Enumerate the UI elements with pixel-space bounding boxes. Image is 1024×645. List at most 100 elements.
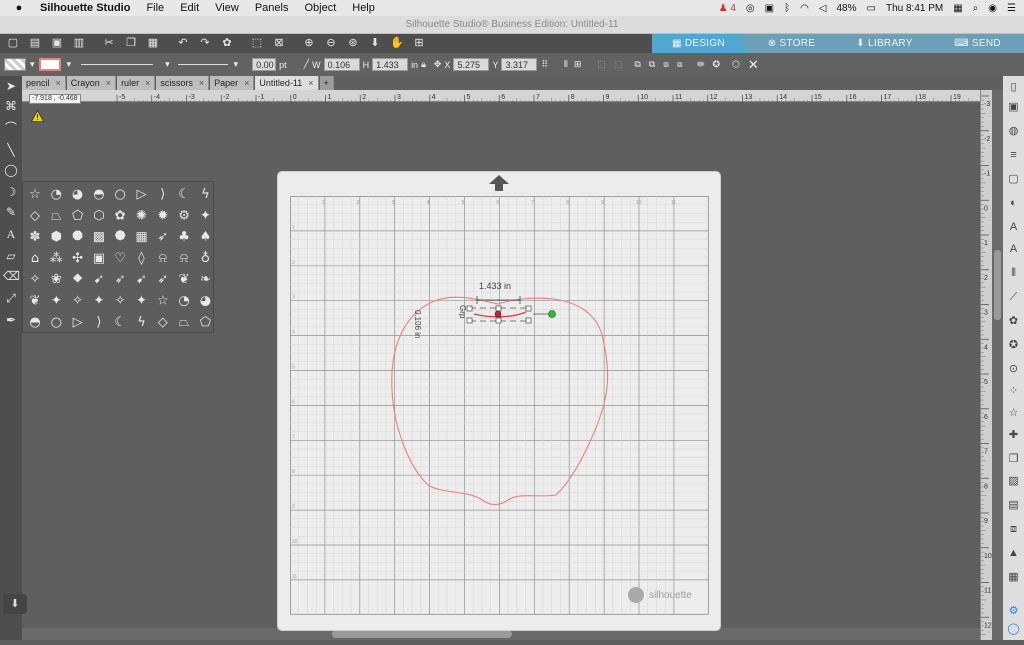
offset-panel-icon[interactable]: ⊙ — [1006, 362, 1021, 377]
tab-close-icon[interactable]: × — [199, 78, 204, 88]
tab-close-icon[interactable]: × — [145, 78, 150, 88]
layers-panel-icon[interactable]: ❐ — [1006, 452, 1021, 467]
pan-icon[interactable]: ✋ — [388, 36, 406, 51]
cut-icon[interactable]: ✂ — [100, 36, 118, 51]
arrow-tag-shape-icon[interactable]: ▷ — [137, 187, 147, 202]
fill-dropdown-icon[interactable]: ▾ — [30, 59, 35, 70]
arrow3-shape-icon[interactable]: ☆ — [157, 294, 169, 309]
select-all-icon[interactable]: ⬚ — [248, 36, 266, 51]
flower2-shape-icon[interactable]: ✧ — [72, 294, 83, 309]
leaf-shape-icon[interactable]: ✦ — [51, 294, 62, 309]
arrow1-shape-icon[interactable]: ✧ — [115, 294, 126, 309]
line-end-select[interactable] — [177, 64, 228, 65]
badge-shape-icon[interactable]: ▦ — [135, 230, 147, 245]
weld-icon[interactable]: ⬬ — [697, 59, 705, 70]
align-panel-icon[interactable]: ⫴ — [1006, 266, 1021, 281]
screen-icon[interactable]: ▣ — [765, 3, 774, 14]
save-icon[interactable]: ▣ — [48, 36, 66, 51]
zoom-selection-icon[interactable]: ⊛ — [344, 36, 362, 51]
fit-page-icon[interactable]: ⬇ — [366, 36, 384, 51]
starburst-shape-icon[interactable]: ⬢ — [51, 230, 62, 245]
line-style-dropdown-icon[interactable]: ▾ — [165, 59, 170, 70]
bell2-shape-icon[interactable]: ➶ — [157, 272, 168, 287]
help-icon[interactable]: ◯ — [1006, 622, 1021, 637]
emboss-panel-icon[interactable]: ▲ — [1006, 546, 1021, 561]
anchor-grid-icon[interactable]: ⠿ — [541, 59, 548, 70]
heart-shape-icon[interactable]: ➹ — [93, 272, 104, 287]
knife-panel-icon[interactable]: ✚ — [1006, 428, 1021, 443]
menu-object[interactable]: Object — [304, 2, 336, 14]
text-shape-icon[interactable]: A — [1006, 242, 1021, 257]
line-tool-icon[interactable]: ╱ — [304, 59, 309, 70]
pencil-tool-icon[interactable]: ✎ — [3, 204, 19, 220]
sparkle4-shape-icon[interactable]: ◇ — [158, 315, 168, 330]
shape-icon[interactable]: ♠ — [200, 230, 212, 245]
notification-icon[interactable]: ♟ 4 — [719, 3, 736, 14]
zoom-out-icon[interactable]: ⊖ — [322, 36, 340, 51]
semicircle-shape-icon[interactable]: ◓ — [93, 187, 104, 202]
blob-square-shape-icon[interactable]: ⯁ — [72, 272, 82, 287]
menu-panels[interactable]: Panels — [255, 2, 289, 14]
shape-icon[interactable]: ♣ — [178, 230, 190, 245]
shape-icon[interactable]: ♁ — [201, 251, 211, 266]
tree-shape-icon[interactable]: ♡ — [114, 251, 126, 266]
octagon-frame-shape-icon[interactable]: ⁂ — [50, 251, 63, 266]
replicate-icon[interactable]: ✿ — [218, 36, 236, 51]
burst-shape-icon[interactable]: ✽ — [30, 230, 41, 245]
leaf3-shape-icon[interactable]: ○ — [51, 315, 62, 330]
spotlight-icon[interactable]: ⌕ — [973, 3, 979, 14]
transform-icon[interactable]: ⬚ — [597, 59, 606, 70]
sparkle1-shape-icon[interactable]: ⟩ — [96, 315, 101, 330]
leaf4-shape-icon[interactable]: ▷ — [73, 315, 83, 330]
send-back-icon[interactable]: ⧈ — [677, 59, 683, 70]
tab-untitled-11[interactable]: Untitled-11 × — [255, 76, 319, 90]
nesting-panel-icon[interactable]: ⧈ — [1006, 522, 1021, 537]
redo-icon[interactable]: ↷ — [196, 36, 214, 51]
arrow-diagonal-shape-icon[interactable]: ▣ — [93, 251, 105, 266]
vertical-scrollbar[interactable] — [992, 90, 1003, 640]
square-scallop-shape-icon[interactable]: ⌂ — [31, 251, 39, 266]
3d-box-icon[interactable]: ⬡ — [732, 59, 740, 70]
shape-tool-icon[interactable]: ⌒ — [3, 120, 19, 136]
volume-icon[interactable]: ◁ — [819, 3, 827, 14]
stamp-shape-icon[interactable]: ✧ — [30, 272, 41, 287]
shape-icon[interactable]: ❦ — [179, 272, 190, 287]
library-tab[interactable]: ⬇ LIBRARY — [838, 34, 931, 53]
close-icon[interactable]: ✕ — [748, 57, 759, 73]
shape-icon[interactable]: ◕ — [200, 294, 211, 309]
pixscan-icon[interactable]: ▣ — [1006, 100, 1021, 115]
height-input[interactable]: 1.433 — [372, 58, 409, 71]
fill-color-swatch[interactable] — [4, 58, 26, 71]
sparkle3-shape-icon[interactable]: ϟ — [137, 315, 146, 330]
tab-ruler[interactable]: ruler × — [117, 76, 156, 90]
menu-edit[interactable]: Edit — [180, 2, 199, 14]
gear-shape-icon[interactable]: ⯃ — [72, 230, 82, 245]
add-page-icon[interactable]: ⊞ — [410, 36, 428, 51]
design-tab[interactable]: ▦ DESIGN — [652, 34, 745, 53]
arrow4-shape-icon[interactable]: ◔ — [178, 294, 189, 309]
text-tool-icon[interactable]: A — [3, 226, 19, 242]
lock-aspect-icon[interactable]: 🔒︎ — [421, 59, 426, 70]
bell-shape-icon[interactable]: ➹ — [136, 272, 147, 287]
menu-help[interactable]: Help — [352, 2, 375, 14]
width-input[interactable]: 0.106 — [323, 58, 360, 71]
import-button[interactable]: ⬇ — [3, 594, 27, 614]
crescent-shape-icon[interactable]: ◇ — [30, 208, 40, 223]
bring-front-icon[interactable]: ⧈ — [663, 59, 669, 70]
select-tool-icon[interactable]: ➤ — [3, 78, 19, 94]
shape-icon[interactable]: ⚙ — [178, 208, 190, 223]
sketch-panel-icon[interactable]: ▨ — [1006, 474, 1021, 489]
balloon-shape-icon[interactable]: ❦ — [30, 294, 41, 309]
lightning-shape-icon[interactable]: ⏢ — [51, 208, 62, 223]
arrow2-shape-icon[interactable]: ✦ — [136, 294, 147, 309]
sparkle2-shape-icon[interactable]: ☾ — [114, 315, 126, 330]
settings-gear-icon[interactable]: ⚙ — [1006, 604, 1021, 619]
chevron-shape-icon[interactable]: ⟩ — [160, 187, 165, 202]
polygon-tool-icon[interactable]: ☽ — [3, 184, 19, 200]
deselect-icon[interactable]: ⊠ — [270, 36, 288, 51]
line-end-dropdown-icon[interactable]: ▾ — [234, 59, 239, 70]
ellipse-tool-icon[interactable]: ◯ — [3, 162, 19, 178]
tab-close-icon[interactable]: × — [308, 78, 313, 88]
trace-panel-icon[interactable]: ⁘ — [1006, 384, 1021, 399]
scallop-shape-icon[interactable]: ⯄ — [115, 230, 126, 245]
